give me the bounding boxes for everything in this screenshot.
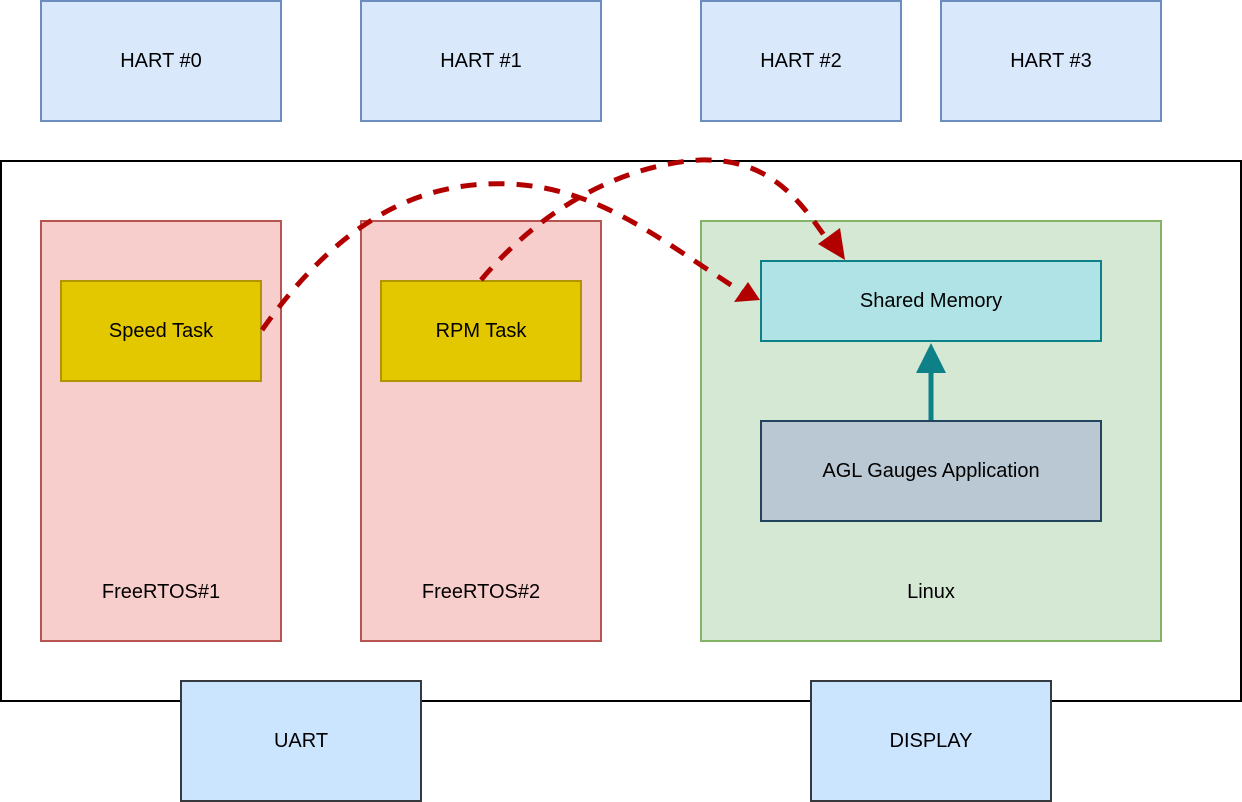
hart-2-box: HART #2 (700, 0, 902, 122)
hart-1-box: HART #1 (360, 0, 602, 122)
speed-task-label: Speed Task (108, 319, 214, 342)
shared-memory-label: Shared Memory (859, 289, 1003, 312)
speed-task-box: Speed Task (60, 280, 262, 382)
agl-gauges-app-box: AGL Gauges Application (760, 420, 1102, 522)
display-box: DISPLAY (810, 680, 1052, 802)
hart-0-label: HART #0 (120, 49, 202, 72)
hart-0-box: HART #0 (40, 0, 282, 122)
linux-label: Linux (907, 581, 955, 603)
agl-gauges-app-label: AGL Gauges Application (822, 459, 1040, 482)
rpm-task-label: RPM Task (435, 319, 527, 342)
display-label: DISPLAY (889, 729, 973, 752)
hart-1-label: HART #1 (440, 49, 522, 72)
shared-memory-box: Shared Memory (760, 260, 1102, 342)
uart-box: UART (180, 680, 422, 802)
freertos-1-label: FreeRTOS#1 (101, 581, 221, 603)
rpm-task-box: RPM Task (380, 280, 582, 382)
uart-label: UART (273, 729, 329, 752)
hart-3-label: HART #3 (1010, 49, 1092, 72)
freertos-2-label: FreeRTOS#2 (421, 581, 541, 603)
hart-2-label: HART #2 (760, 49, 842, 72)
hart-3-box: HART #3 (940, 0, 1162, 122)
